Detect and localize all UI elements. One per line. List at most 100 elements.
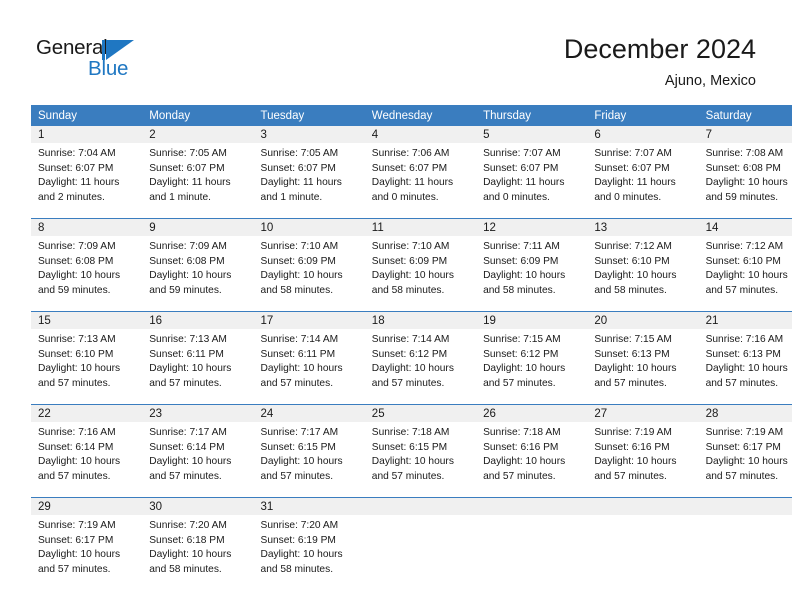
- daylight-text-line1: Daylight: 10 hours: [594, 270, 677, 282]
- day-number[interactable]: 20: [587, 311, 699, 329]
- day-cell[interactable]: Sunrise: 7:20 AM Sunset: 6:19 PM Dayligh…: [253, 515, 365, 594]
- sunset-text: Sunset: 6:10 PM: [38, 348, 114, 360]
- week-2-info-row: Sunrise: 7:09 AM Sunset: 6:08 PM Dayligh…: [31, 236, 792, 312]
- day-cell[interactable]: Sunrise: 7:15 AM Sunset: 6:12 PM Dayligh…: [476, 329, 588, 405]
- daylight-text-line1: Daylight: 10 hours: [705, 456, 788, 468]
- day-cell[interactable]: Sunrise: 7:12 AM Sunset: 6:10 PM Dayligh…: [587, 236, 699, 312]
- day-cell[interactable]: Sunrise: 7:09 AM Sunset: 6:08 PM Dayligh…: [142, 236, 254, 312]
- day-cell[interactable]: Sunrise: 7:07 AM Sunset: 6:07 PM Dayligh…: [476, 143, 588, 219]
- day-cell[interactable]: Sunrise: 7:19 AM Sunset: 6:17 PM Dayligh…: [698, 422, 792, 498]
- day-number[interactable]: 15: [31, 311, 143, 329]
- day-cell[interactable]: Sunrise: 7:05 AM Sunset: 6:07 PM Dayligh…: [142, 143, 254, 219]
- day-number[interactable]: 6: [587, 126, 699, 143]
- day-cell[interactable]: Sunrise: 7:18 AM Sunset: 6:16 PM Dayligh…: [476, 422, 588, 498]
- day-number[interactable]: 22: [31, 404, 143, 422]
- sunset-text: Sunset: 6:13 PM: [705, 348, 781, 360]
- day-cell[interactable]: Sunrise: 7:18 AM Sunset: 6:15 PM Dayligh…: [364, 422, 477, 498]
- day-cell[interactable]: Sunrise: 7:04 AM Sunset: 6:07 PM Dayligh…: [31, 143, 143, 219]
- day-number[interactable]: 4: [364, 126, 477, 143]
- day-cell[interactable]: Sunrise: 7:17 AM Sunset: 6:14 PM Dayligh…: [142, 422, 254, 498]
- daylight-text-line1: Daylight: 10 hours: [38, 363, 121, 375]
- day-cell[interactable]: Sunrise: 7:09 AM Sunset: 6:08 PM Dayligh…: [31, 236, 143, 312]
- day-cell[interactable]: Sunrise: 7:10 AM Sunset: 6:09 PM Dayligh…: [364, 236, 477, 312]
- day-number[interactable]: 10: [253, 218, 365, 236]
- day-number[interactable]: 27: [587, 404, 699, 422]
- sunrise-text: Sunrise: 7:13 AM: [149, 334, 227, 345]
- day-number[interactable]: 5: [476, 126, 588, 143]
- day-cell[interactable]: Sunrise: 7:14 AM Sunset: 6:11 PM Dayligh…: [253, 329, 365, 405]
- empty-day-number: [587, 497, 699, 515]
- sunset-text: Sunset: 6:10 PM: [705, 255, 781, 267]
- day-number[interactable]: 16: [142, 311, 254, 329]
- day-cell[interactable]: Sunrise: 7:20 AM Sunset: 6:18 PM Dayligh…: [142, 515, 254, 594]
- page-title: December 2024: [563, 34, 756, 64]
- day-cell[interactable]: Sunrise: 7:11 AM Sunset: 6:09 PM Dayligh…: [476, 236, 588, 312]
- daylight-text-line2: and 57 minutes.: [260, 470, 334, 482]
- day-cell[interactable]: Sunrise: 7:06 AM Sunset: 6:07 PM Dayligh…: [364, 143, 477, 219]
- daylight-text-line1: Daylight: 11 hours: [594, 177, 676, 189]
- day-number[interactable]: 1: [31, 126, 143, 143]
- day-cell[interactable]: Sunrise: 7:17 AM Sunset: 6:15 PM Dayligh…: [253, 422, 365, 498]
- day-number[interactable]: 7: [698, 126, 792, 143]
- general-blue-logo: General Blue: [36, 36, 166, 82]
- empty-day-cell: [587, 515, 699, 594]
- empty-day-cell: [698, 515, 792, 594]
- day-number[interactable]: 11: [364, 218, 477, 236]
- sunrise-text: Sunrise: 7:07 AM: [594, 148, 672, 159]
- day-cell[interactable]: Sunrise: 7:13 AM Sunset: 6:10 PM Dayligh…: [31, 329, 143, 405]
- day-number[interactable]: 13: [587, 218, 699, 236]
- sunset-text: Sunset: 6:08 PM: [705, 162, 781, 174]
- week-4-daynum-row: 22 23 24 25 26 27 28: [31, 404, 792, 422]
- day-cell[interactable]: Sunrise: 7:16 AM Sunset: 6:13 PM Dayligh…: [698, 329, 792, 405]
- sunrise-text: Sunrise: 7:10 AM: [260, 241, 339, 252]
- day-cell[interactable]: Sunrise: 7:16 AM Sunset: 6:14 PM Dayligh…: [31, 422, 143, 498]
- sunrise-text: Sunrise: 7:12 AM: [705, 241, 784, 252]
- day-cell[interactable]: Sunrise: 7:19 AM Sunset: 6:16 PM Dayligh…: [587, 422, 699, 498]
- day-number[interactable]: 21: [698, 311, 792, 329]
- week-1-info-row: Sunrise: 7:04 AM Sunset: 6:07 PM Dayligh…: [31, 143, 792, 219]
- sunrise-text: Sunrise: 7:11 AM: [483, 241, 560, 252]
- sunset-text: Sunset: 6:10 PM: [594, 255, 670, 267]
- day-cell[interactable]: Sunrise: 7:07 AM Sunset: 6:07 PM Dayligh…: [587, 143, 699, 219]
- day-number[interactable]: 26: [476, 404, 588, 422]
- day-cell[interactable]: Sunrise: 7:12 AM Sunset: 6:10 PM Dayligh…: [698, 236, 792, 312]
- weekday-header-monday: Monday: [149, 109, 191, 122]
- sunrise-text: Sunrise: 7:16 AM: [38, 427, 116, 438]
- page-header: General Blue December 2024 Ajuno, Mexico: [0, 0, 792, 100]
- day-number[interactable]: 2: [142, 126, 254, 143]
- sunrise-sunset-calendar: Sunday Monday Tuesday Wednesday Thursday…: [31, 105, 792, 594]
- day-number[interactable]: 31: [253, 497, 365, 515]
- day-number[interactable]: 24: [253, 404, 365, 422]
- day-cell[interactable]: Sunrise: 7:08 AM Sunset: 6:08 PM Dayligh…: [698, 143, 792, 219]
- day-number[interactable]: 18: [364, 311, 477, 329]
- day-number[interactable]: 12: [476, 218, 588, 236]
- week-2-daynum-row: 8 9 10 11 12 13 14: [31, 218, 792, 236]
- day-cell[interactable]: Sunrise: 7:10 AM Sunset: 6:09 PM Dayligh…: [253, 236, 365, 312]
- day-cell[interactable]: Sunrise: 7:13 AM Sunset: 6:11 PM Dayligh…: [142, 329, 254, 405]
- day-cell[interactable]: Sunrise: 7:14 AM Sunset: 6:12 PM Dayligh…: [364, 329, 477, 405]
- daylight-text-line2: and 57 minutes.: [371, 377, 445, 389]
- day-cell[interactable]: Sunrise: 7:05 AM Sunset: 6:07 PM Dayligh…: [253, 143, 365, 219]
- day-number[interactable]: 30: [142, 497, 254, 515]
- day-number[interactable]: 19: [476, 311, 588, 329]
- daylight-text-line2: and 57 minutes.: [38, 377, 111, 389]
- day-number[interactable]: 8: [31, 218, 143, 236]
- day-cell[interactable]: Sunrise: 7:19 AM Sunset: 6:17 PM Dayligh…: [31, 515, 143, 594]
- day-number[interactable]: 29: [31, 497, 143, 515]
- day-number[interactable]: 3: [253, 126, 365, 143]
- daylight-text-line1: Daylight: 10 hours: [149, 549, 232, 561]
- sunset-text: Sunset: 6:14 PM: [149, 441, 225, 453]
- day-number[interactable]: 25: [364, 404, 477, 422]
- day-number[interactable]: 9: [142, 218, 254, 236]
- daylight-text-line2: and 57 minutes.: [705, 284, 779, 296]
- sunrise-text: Sunrise: 7:05 AM: [149, 148, 227, 159]
- sunset-text: Sunset: 6:11 PM: [149, 348, 224, 360]
- daylight-text-line1: Daylight: 10 hours: [594, 363, 677, 375]
- day-number[interactable]: 14: [698, 218, 792, 236]
- day-number[interactable]: 23: [142, 404, 254, 422]
- day-number[interactable]: 28: [698, 404, 792, 422]
- day-number[interactable]: 17: [253, 311, 365, 329]
- sunset-text: Sunset: 6:16 PM: [594, 441, 670, 453]
- daylight-text-line2: and 0 minutes.: [483, 191, 550, 203]
- day-cell[interactable]: Sunrise: 7:15 AM Sunset: 6:13 PM Dayligh…: [587, 329, 699, 405]
